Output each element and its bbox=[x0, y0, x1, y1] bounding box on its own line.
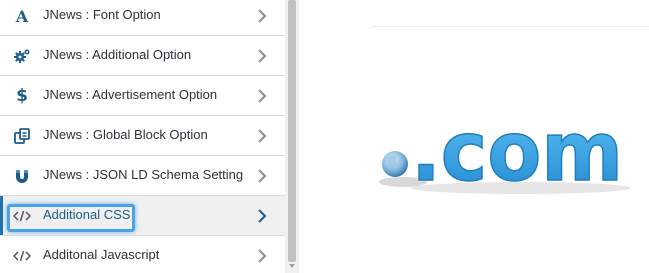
chevron-right-icon bbox=[258, 209, 267, 223]
sidebar-scrollbar[interactable] bbox=[285, 0, 299, 273]
menu-item-label: Additional CSS bbox=[43, 207, 131, 222]
scroll-down-arrow-icon[interactable] bbox=[289, 264, 295, 268]
chevron-right-icon bbox=[258, 169, 267, 183]
menu-item-global-block-option[interactable]: JNews : Global Block Option bbox=[0, 116, 285, 156]
menu-item-label: Additonal Javascript bbox=[43, 247, 160, 262]
scrollbar-thumb[interactable] bbox=[288, 0, 296, 262]
active-indicator bbox=[0, 196, 3, 235]
site-preview: .com bbox=[299, 0, 649, 273]
chevron-right-icon bbox=[258, 249, 267, 263]
menu-item-additional-option[interactable]: JNews : Additional Option bbox=[0, 36, 285, 76]
dollar-icon: $ bbox=[16, 86, 28, 106]
gears-icon bbox=[12, 46, 32, 66]
menu-item-label: JNews : Global Block Option bbox=[43, 127, 208, 142]
logo-text: .com bbox=[411, 110, 623, 200]
code-icon bbox=[12, 246, 32, 266]
chevron-right-icon bbox=[258, 9, 267, 23]
code-icon bbox=[12, 206, 32, 226]
magnet-icon bbox=[12, 166, 32, 186]
chevron-right-icon bbox=[258, 129, 267, 143]
menu-item-label: JNews : Additional Option bbox=[43, 47, 192, 62]
menu-item-label: JNews : JSON LD Schema Setting bbox=[43, 167, 244, 182]
menu-item-additional-javascript[interactable]: Additonal Javascript bbox=[0, 236, 285, 273]
font-icon: A bbox=[15, 6, 29, 26]
menu-item-label: JNews : Font Option bbox=[43, 7, 161, 22]
dot-com-logo: .com bbox=[379, 110, 631, 200]
chevron-right-icon bbox=[258, 49, 267, 63]
chevron-right-icon bbox=[258, 89, 267, 103]
menu-item-json-ld-schema[interactable]: JNews : JSON LD Schema Setting bbox=[0, 156, 285, 196]
menu-item-advertisement-option[interactable]: $ JNews : Advertisement Option bbox=[0, 76, 285, 116]
blocks-icon bbox=[12, 126, 32, 146]
menu-item-additional-css[interactable]: Additional CSS bbox=[0, 196, 285, 236]
menu-item-label: JNews : Advertisement Option bbox=[43, 87, 218, 102]
customizer-sidebar: A JNews : Font Option JNews : Additional… bbox=[0, 0, 285, 273]
menu-item-font-option[interactable]: A JNews : Font Option bbox=[0, 0, 285, 36]
preview-divider bbox=[371, 26, 649, 27]
